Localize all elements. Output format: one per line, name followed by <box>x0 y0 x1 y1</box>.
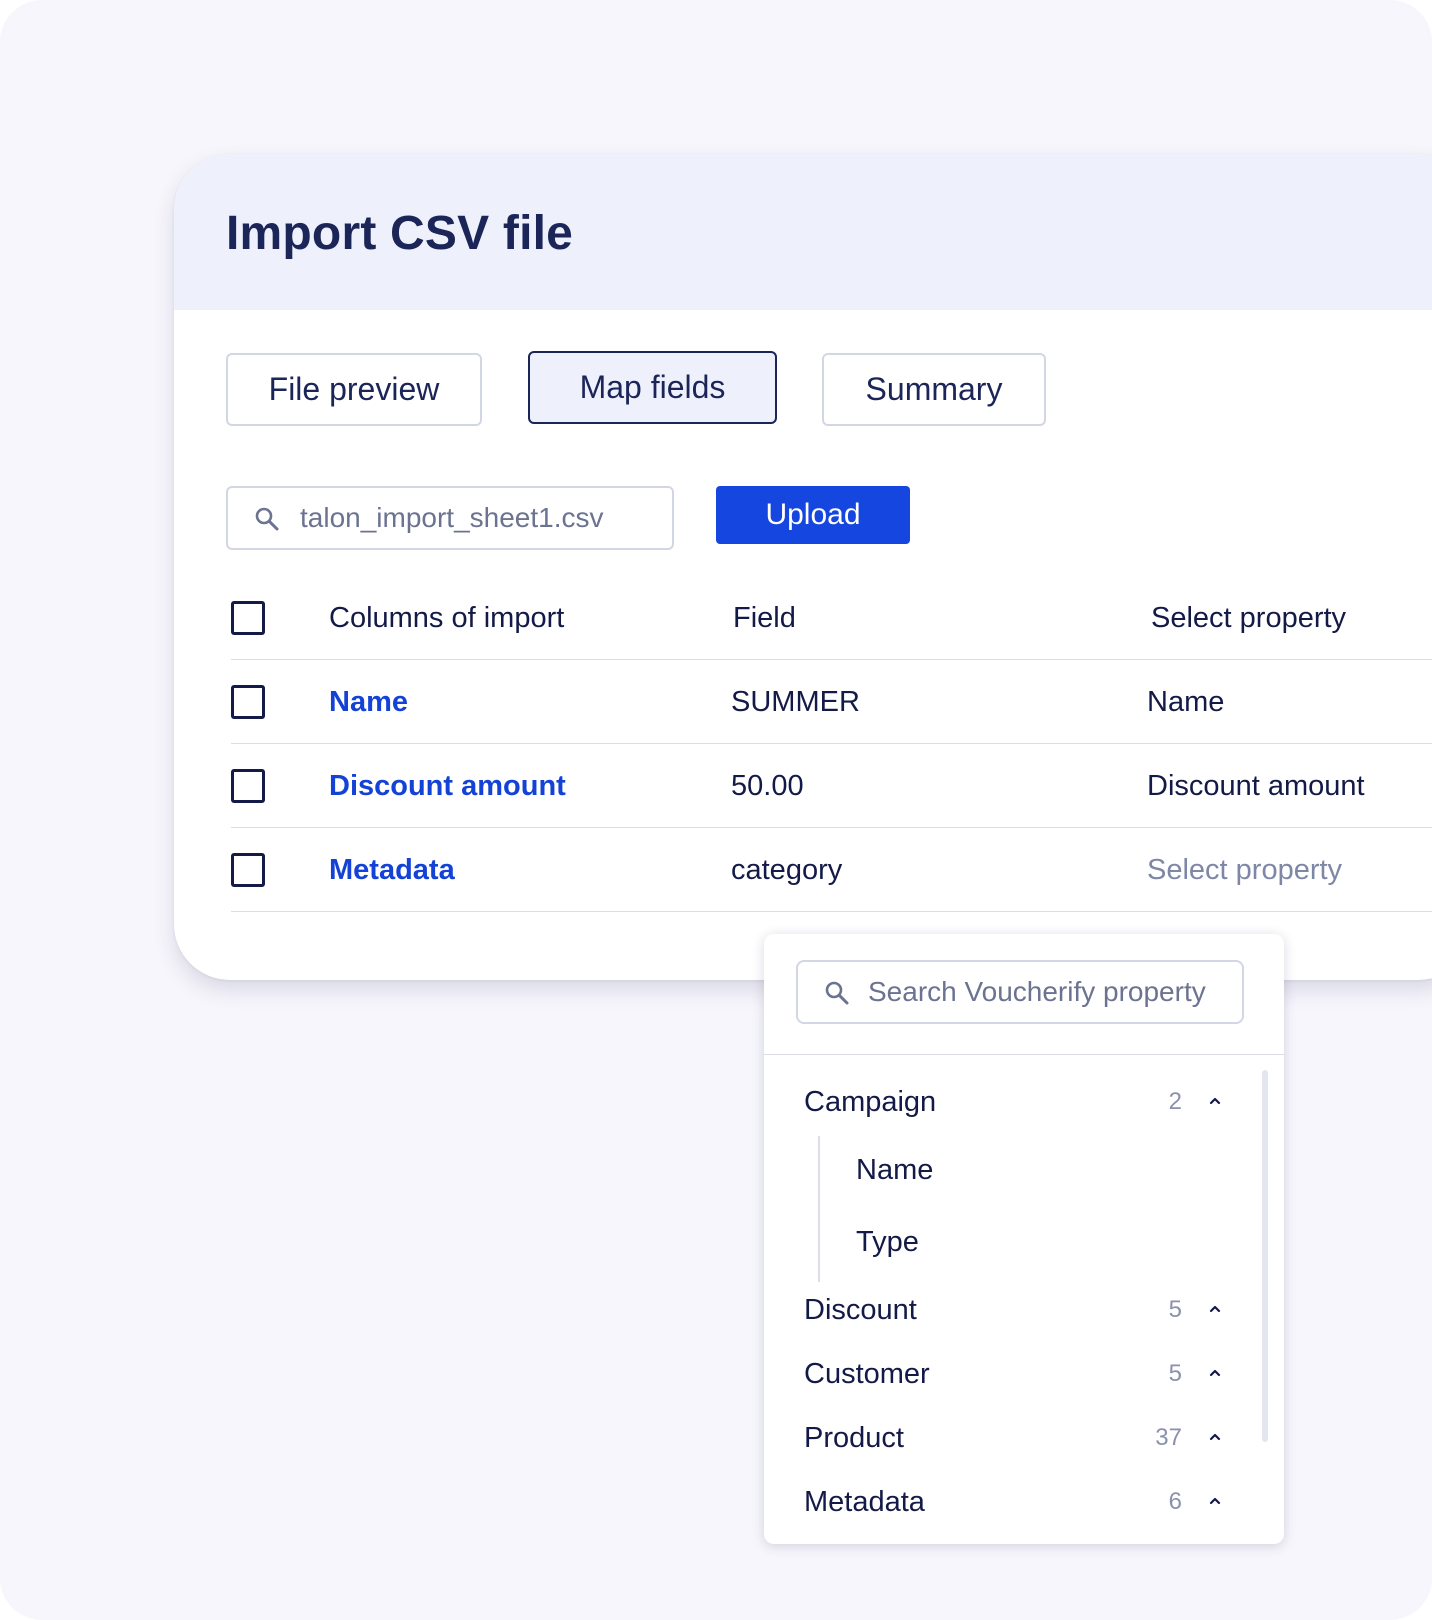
search-icon <box>255 507 279 531</box>
property-select[interactable]: Select property <box>1147 854 1342 887</box>
group-label: Customer <box>804 1358 930 1390</box>
select-all-checkbox[interactable] <box>231 601 265 635</box>
row-checkbox[interactable] <box>231 853 265 887</box>
group-label: Campaign <box>804 1086 937 1118</box>
property-select[interactable]: Discount amount <box>1147 770 1365 803</box>
field-value: SUMMER <box>731 686 860 718</box>
dialog-title: Import CSV file <box>226 207 574 260</box>
row-checkbox[interactable] <box>231 685 265 719</box>
group-count: 6 <box>1168 1488 1182 1515</box>
divider <box>764 1054 1284 1055</box>
group-discount[interactable]: Discount 5 <box>804 1294 1224 1334</box>
tab-summary[interactable]: Summary <box>822 353 1046 426</box>
file-input[interactable]: talon_import_sheet1.csv <box>226 486 674 550</box>
group-count: 5 <box>1168 1296 1182 1323</box>
page-background: Import CSV file File preview Map fields … <box>0 0 1432 1620</box>
upload-button-label: Upload <box>765 498 861 531</box>
group-count: 2 <box>1168 1088 1182 1115</box>
group-label: Product <box>804 1422 904 1454</box>
chevron-up-icon <box>1209 1497 1221 1505</box>
search-icon <box>825 981 849 1005</box>
group-product[interactable]: Product 37 <box>804 1422 1224 1462</box>
group-label: Metadata <box>804 1486 925 1518</box>
group-count: 37 <box>1155 1424 1182 1451</box>
group-metadata[interactable]: Metadata 6 <box>804 1486 1224 1526</box>
column-header: Select property <box>1151 602 1347 634</box>
tab-file-preview[interactable]: File preview <box>226 353 482 426</box>
upload-button[interactable]: Upload <box>716 486 910 544</box>
property-select[interactable]: Name <box>1147 686 1224 719</box>
column-name-link[interactable]: Name <box>329 686 408 719</box>
import-dialog: Import CSV file File preview Map fields … <box>174 154 1432 980</box>
chevron-up-icon <box>1209 1369 1221 1377</box>
search-placeholder: Search Voucherify property <box>868 976 1206 1007</box>
group-count: 5 <box>1168 1360 1182 1387</box>
tree-line <box>818 1136 820 1282</box>
dialog-header: Import CSV file <box>174 154 1432 310</box>
tab-label: Map fields <box>579 369 726 405</box>
tab-label: File preview <box>268 371 440 407</box>
column-name-link[interactable]: Discount amount <box>329 770 566 803</box>
tab-label: Summary <box>865 371 1003 407</box>
option-campaign-name[interactable]: Name <box>856 1154 933 1187</box>
scrollbar[interactable] <box>1262 1070 1268 1442</box>
table-row: Discount amount 50.00 Discount amount <box>231 744 1432 828</box>
tab-map-fields[interactable]: Map fields <box>528 351 777 424</box>
option-campaign-type[interactable]: Type <box>856 1226 919 1259</box>
chevron-up-icon <box>1209 1097 1221 1105</box>
property-search-input[interactable]: Search Voucherify property <box>796 960 1244 1024</box>
field-value: 50.00 <box>731 770 804 802</box>
column-name-link[interactable]: Metadata <box>329 854 455 887</box>
column-header: Field <box>733 602 796 634</box>
group-campaign[interactable]: Campaign 2 <box>804 1086 1224 1126</box>
file-input-value: talon_import_sheet1.csv <box>300 502 604 533</box>
table-row: Metadata category Select property <box>231 828 1432 912</box>
table-row: Name SUMMER Name <box>231 660 1432 744</box>
chevron-up-icon <box>1209 1305 1221 1313</box>
group-label: Discount <box>804 1294 917 1326</box>
row-checkbox[interactable] <box>231 769 265 803</box>
property-dropdown: Search Voucherify property Campaign 2 Na… <box>764 934 1284 1544</box>
table-header-row: Columns of import Field Select property <box>231 576 1432 660</box>
chevron-up-icon <box>1209 1433 1221 1441</box>
column-header: Columns of import <box>329 602 565 634</box>
group-customer[interactable]: Customer 5 <box>804 1358 1224 1398</box>
field-value: category <box>731 854 843 886</box>
